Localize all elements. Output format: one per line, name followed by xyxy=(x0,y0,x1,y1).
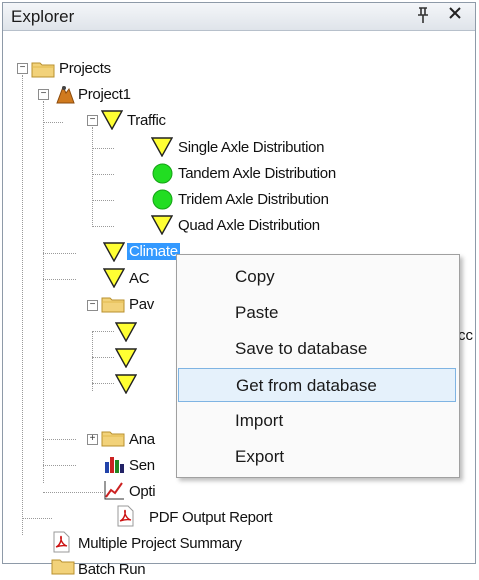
warning-triangle-icon xyxy=(102,242,126,267)
menu-item-import[interactable]: Import xyxy=(178,404,456,438)
tree-line xyxy=(43,279,76,280)
folder-icon xyxy=(101,429,125,452)
tree-item-single-axle[interactable]: Single Axle Distribution xyxy=(178,139,325,156)
tree-line xyxy=(43,465,76,466)
tree-line xyxy=(22,518,52,519)
menu-item-label: Copy xyxy=(235,267,275,286)
ok-circle-icon xyxy=(152,163,173,189)
warning-triangle-icon xyxy=(150,137,174,162)
tree-item-ac[interactable]: AC xyxy=(129,270,150,287)
tree-item-pdf-report[interactable]: PDF Output Report xyxy=(149,509,273,526)
menu-item-export[interactable]: Export xyxy=(178,440,456,474)
warning-triangle-icon xyxy=(100,110,124,135)
tree-item-multiple-summary[interactable]: Multiple Project Summary xyxy=(78,535,242,552)
tree-line xyxy=(92,174,114,175)
menu-item-label: Get from database xyxy=(236,376,377,395)
tree-line xyxy=(92,383,114,384)
tree-line xyxy=(92,331,93,391)
warning-triangle-icon xyxy=(114,348,138,373)
tree-line xyxy=(43,122,63,123)
tree-line xyxy=(43,492,103,493)
tree-item-sen[interactable]: Sen xyxy=(129,457,155,474)
warning-triangle-icon xyxy=(102,268,126,293)
menu-item-label: Save to database xyxy=(235,339,368,358)
tree-line xyxy=(43,101,44,483)
tree-item-project1[interactable]: Project1 xyxy=(78,86,131,103)
panel-title: Explorer xyxy=(11,7,75,26)
menu-item-label: Import xyxy=(235,411,284,430)
tree-item-traffic[interactable]: Traffic xyxy=(127,112,166,129)
folder-icon xyxy=(51,557,75,580)
tree-item-quad-axle[interactable]: Quad Axle Distribution xyxy=(178,217,320,234)
menu-item-label: Paste xyxy=(235,303,279,322)
expand-toggle[interactable]: + xyxy=(87,434,98,445)
tree-line xyxy=(92,200,114,201)
warning-triangle-icon xyxy=(114,322,138,347)
context-menu: Copy Paste Save to database Get from dat… xyxy=(176,254,460,478)
collapse-toggle[interactable]: − xyxy=(87,115,98,126)
close-icon[interactable] xyxy=(447,4,463,28)
tree-item-climate[interactable]: Climate xyxy=(127,243,180,260)
tree-line xyxy=(92,331,114,332)
tree-item-ana[interactable]: Ana xyxy=(129,431,155,448)
tree-line xyxy=(92,127,93,227)
tree-item-opti[interactable]: Opti xyxy=(129,483,156,500)
tree-line xyxy=(92,226,114,227)
tree-line xyxy=(92,357,114,358)
ok-circle-icon xyxy=(152,189,173,215)
collapse-toggle[interactable]: − xyxy=(17,63,28,74)
line-chart-icon xyxy=(103,480,125,505)
truncated-label: cc xyxy=(458,327,473,344)
tree-line xyxy=(92,148,114,149)
pdf-icon xyxy=(115,505,135,532)
collapse-toggle[interactable]: − xyxy=(87,300,98,311)
tree-line xyxy=(43,439,76,440)
panel-titlebar: Explorer xyxy=(3,3,475,31)
tree-line xyxy=(22,75,23,535)
collapse-toggle[interactable]: − xyxy=(38,89,49,100)
menu-item-save-to-database[interactable]: Save to database xyxy=(178,332,456,366)
menu-item-label: Export xyxy=(235,447,285,466)
pin-icon[interactable] xyxy=(416,6,430,29)
menu-item-get-from-database[interactable]: Get from database xyxy=(178,368,456,402)
tree-line xyxy=(43,253,76,254)
folder-icon xyxy=(101,295,125,318)
warning-triangle-icon xyxy=(150,215,174,240)
tree-item-projects[interactable]: Projects xyxy=(59,60,111,77)
tree-item-tandem-axle[interactable]: Tandem Axle Distribution xyxy=(178,165,336,182)
tree-item-tridem-axle[interactable]: Tridem Axle Distribution xyxy=(178,191,329,208)
folder-icon xyxy=(31,60,55,83)
tree-item-batch-run[interactable]: Batch Run xyxy=(78,561,146,578)
bar-chart-icon xyxy=(103,454,125,479)
menu-item-paste[interactable]: Paste xyxy=(178,296,456,330)
pdf-icon xyxy=(51,531,71,558)
project-icon xyxy=(54,83,76,110)
tree-item-pav[interactable]: Pav xyxy=(129,296,154,313)
warning-triangle-icon xyxy=(114,374,138,399)
menu-item-copy[interactable]: Copy xyxy=(178,260,456,294)
